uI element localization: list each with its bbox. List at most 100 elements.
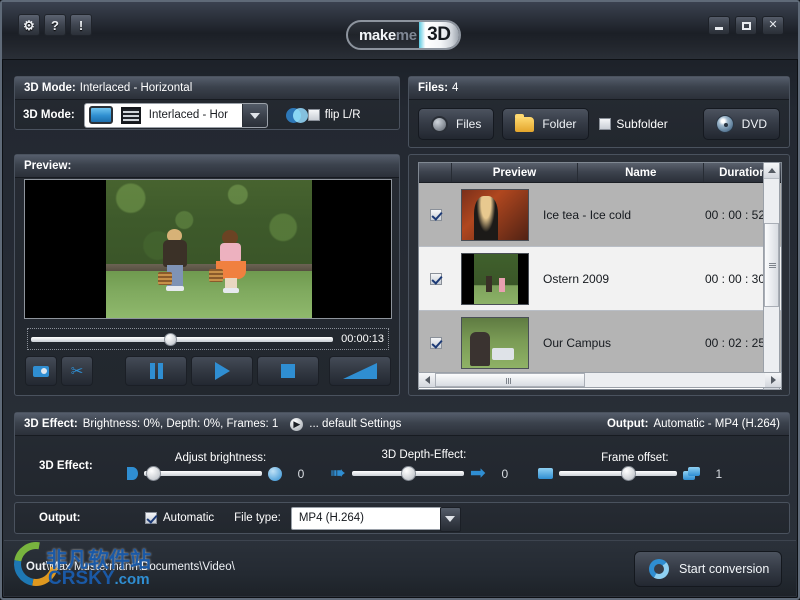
file-list-header: Preview Name Duration	[419, 163, 781, 183]
start-conversion-button[interactable]: Start conversion	[634, 551, 782, 587]
filetype-select[interactable]: MP4 (H.264)	[290, 506, 461, 532]
toolbar-icons: ⚙ ? !	[18, 14, 92, 36]
subfolder-checkbox[interactable]	[599, 118, 612, 130]
brightness-thumb[interactable]	[146, 466, 161, 481]
chevron-left-icon	[424, 376, 430, 384]
add-files-button[interactable]: Files	[418, 108, 495, 140]
maximize-button[interactable]	[735, 16, 757, 35]
close-icon: ✕	[768, 19, 778, 31]
close-button[interactable]: ✕	[762, 16, 784, 35]
flip-lr-label: flip L/R	[324, 109, 361, 121]
single-frame-icon	[537, 468, 553, 479]
volume-icon	[343, 363, 377, 379]
cut-button[interactable]: ✂	[61, 356, 93, 386]
depth-slider[interactable]	[351, 466, 464, 481]
playback-controls: ✂	[25, 353, 391, 389]
thumbnail	[460, 188, 529, 241]
dvd-disc-icon	[715, 115, 734, 133]
table-row[interactable]: Our Campus 00 : 02 : 25	[419, 311, 781, 375]
seek-thumb[interactable]	[163, 332, 177, 346]
mode-header-label: 3D Mode:	[24, 82, 76, 94]
mode-select[interactable]: Interlaced - Hor	[83, 102, 268, 128]
scroll-left-button[interactable]	[419, 373, 435, 387]
chevron-up-icon	[767, 168, 776, 173]
logo-3d-text: 3D	[427, 24, 451, 45]
anaglyph-icon[interactable]	[285, 107, 308, 123]
column-header-preview[interactable]: Preview	[452, 163, 579, 182]
vertical-scrollbar[interactable]	[763, 162, 780, 390]
table-row[interactable]: Ostern 2009 00 : 00 : 30	[419, 247, 781, 311]
maximize-icon	[741, 21, 751, 30]
arrow-southeast-icon: ➡	[469, 463, 486, 484]
subfolder-label: Subfolder	[616, 117, 668, 131]
file-list[interactable]: Preview Name Duration Ice tea - Ice cold…	[418, 162, 782, 390]
depth-thumb[interactable]	[400, 466, 416, 481]
depth-value: 0	[501, 466, 509, 481]
playback-time: 00:00:13	[341, 333, 384, 345]
video-preview[interactable]	[24, 179, 392, 319]
row-preview-cell	[452, 188, 537, 241]
row-checkbox[interactable]	[429, 336, 442, 349]
film-strip-icon	[120, 106, 141, 124]
minimize-button[interactable]	[708, 16, 730, 35]
column-header-name[interactable]: Name	[578, 163, 705, 182]
files-count: 4	[452, 82, 459, 94]
snapshot-button[interactable]	[25, 356, 57, 386]
horizontal-scroll-thumb[interactable]	[435, 373, 585, 387]
effect-sliders-row: 3D Effect: Adjust brightness: 0 3D Depth…	[15, 436, 789, 496]
automatic-checkbox[interactable]	[145, 512, 157, 524]
column-header-select[interactable]	[419, 163, 452, 182]
pause-button[interactable]	[125, 356, 187, 386]
effect-panel: 3D Effect: Brightness: 0%, Depth: 0%, Fr…	[14, 412, 790, 496]
horizontal-scrollbar[interactable]	[418, 372, 782, 388]
output-path[interactable]: Out\Max Mustermann\Documents\Video\	[26, 561, 235, 573]
row-checkbox[interactable]	[429, 272, 442, 285]
chevron-down-icon[interactable]	[241, 103, 267, 127]
logo-3d-badge: 3D	[418, 22, 459, 48]
logo-me-text: me	[395, 26, 417, 44]
info-icon[interactable]: !	[70, 14, 92, 36]
volume-button[interactable]	[329, 356, 391, 386]
flip-lr-checkbox[interactable]	[307, 109, 320, 121]
frame-offset-slider[interactable]	[558, 466, 677, 481]
default-settings-icon[interactable]: ▶	[290, 417, 304, 431]
bottom-bar: Out\Max Mustermann\Documents\Video\ Star…	[4, 533, 796, 596]
brightness-slider[interactable]	[144, 466, 262, 481]
add-folder-button[interactable]: Folder	[502, 108, 590, 140]
table-row[interactable]: Ice tea - Ice cold 00 : 00 : 52	[419, 183, 781, 247]
application-window: ⚙ ? ! make me 3D ✕ 3D Mode: Interlaced - …	[0, 0, 800, 600]
frame-offset-thumb[interactable]	[620, 466, 636, 481]
scissors-icon: ✂	[70, 362, 84, 380]
vertical-scroll-thumb[interactable]	[764, 223, 779, 307]
row-checkbox-cell[interactable]	[419, 336, 452, 349]
chevron-down-icon[interactable]	[439, 506, 461, 532]
hedge-background	[106, 180, 312, 272]
stop-button[interactable]	[257, 356, 319, 386]
help-icon[interactable]: ?	[44, 14, 66, 36]
add-dvd-button[interactable]: DVD	[702, 108, 780, 140]
seek-bar[interactable]: 00:00:13	[27, 328, 389, 350]
file-list-panel: Preview Name Duration Ice tea - Ice cold…	[408, 154, 790, 396]
row-preview-cell	[452, 316, 537, 369]
preview-panel: Preview: 00:00:13 ✂	[14, 154, 400, 396]
default-settings-link[interactable]: ... default Settings	[309, 418, 401, 430]
scroll-up-button[interactable]	[764, 163, 779, 179]
row-name: Ostern 2009	[543, 271, 610, 286]
scroll-right-button[interactable]	[765, 373, 781, 387]
seek-track[interactable]	[31, 332, 334, 346]
row-checkbox-cell[interactable]	[419, 272, 452, 285]
settings-icon[interactable]: ⚙	[18, 14, 40, 36]
mode-header-value: Interlaced - Horizontal	[79, 82, 193, 94]
row-checkbox[interactable]	[429, 208, 442, 221]
play-button[interactable]	[191, 356, 253, 386]
mode-panel: 3D Mode: Interlaced - Horizontal 3D Mode:…	[14, 76, 400, 130]
frame-offset-slider-group: Frame offset: 1	[537, 452, 732, 481]
thumbnail	[460, 252, 529, 305]
app-logo: make me 3D	[346, 20, 461, 50]
depth-label: 3D Depth-Effect:	[381, 449, 467, 461]
row-checkbox-cell[interactable]	[419, 208, 452, 221]
arrow-northwest-icon: ➠	[330, 463, 346, 484]
output-header-label: Output:	[606, 418, 649, 430]
play-icon	[214, 362, 230, 380]
pause-icon	[149, 363, 163, 379]
